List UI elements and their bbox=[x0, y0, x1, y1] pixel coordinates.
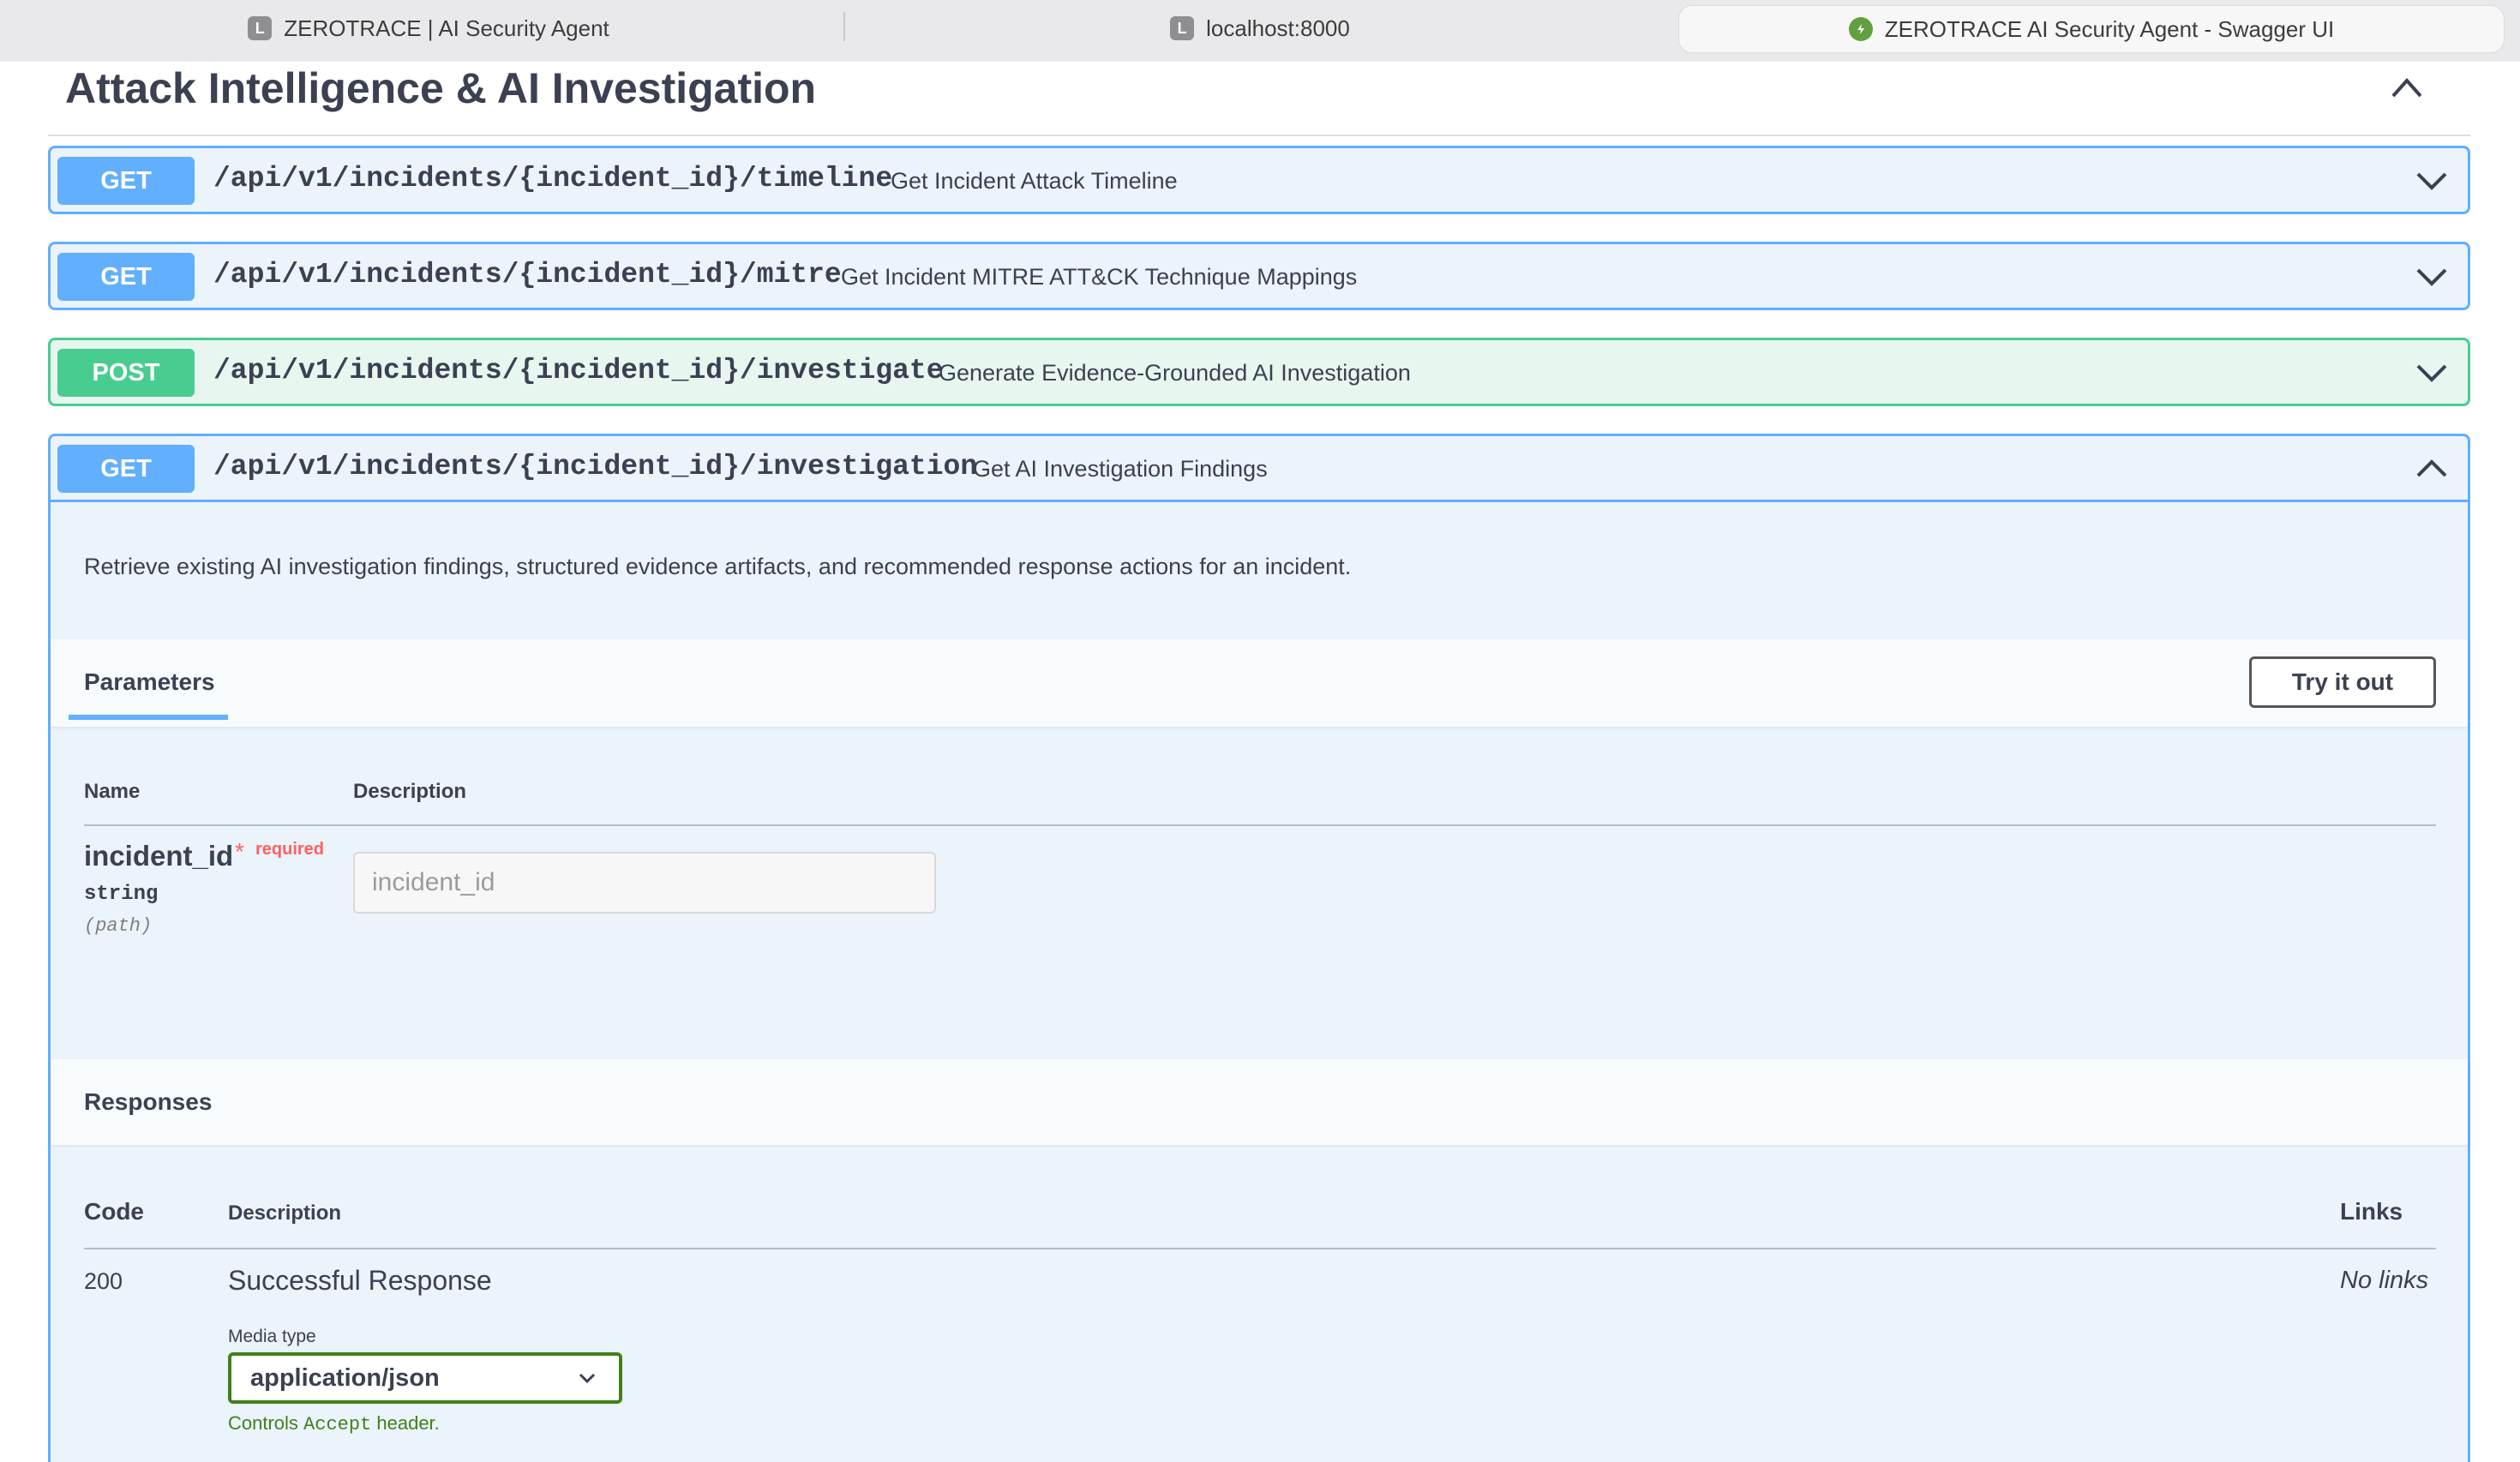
operation-post-investigate[interactable]: POST /api/v1/incidents/{incident_id}/inv… bbox=[48, 338, 2470, 406]
parameters-header bbox=[51, 639, 2468, 727]
operation-path: /api/v1/incidents/{incident_id}/mitre bbox=[213, 259, 842, 291]
operation-get-mitre[interactable]: GET /api/v1/incidents/{incident_id}/mitr… bbox=[48, 242, 2470, 310]
operation-get-investigation[interactable]: GET /api/v1/incidents/{incident_id}/inve… bbox=[48, 434, 2470, 502]
response-code: 200 bbox=[84, 1268, 123, 1294]
controls-accept-note: Controls Accept header. bbox=[228, 1412, 440, 1435]
parameter-location: (path) bbox=[84, 915, 153, 937]
divider bbox=[84, 1248, 2436, 1249]
parameter-type: string bbox=[84, 883, 159, 906]
section-title[interactable]: Attack Intelligence & AI Investigation bbox=[65, 63, 816, 113]
incident-id-input[interactable] bbox=[353, 852, 936, 914]
chevron-up-icon[interactable] bbox=[2388, 70, 2426, 105]
response-links: No links bbox=[2340, 1267, 2429, 1294]
controls-prefix: Controls bbox=[228, 1412, 304, 1434]
tab-separator bbox=[843, 12, 845, 41]
media-type-label: Media type bbox=[228, 1327, 316, 1346]
tab-favicon-icon: L bbox=[1170, 16, 1195, 40]
operation-summary: Generate Evidence-Grounded AI Investigat… bbox=[939, 360, 1411, 386]
required-star: * bbox=[235, 838, 244, 865]
tab-label: ZEROTRACE AI Security Agent - Swagger UI bbox=[1884, 15, 2335, 42]
method-badge: GET bbox=[57, 445, 195, 493]
divider bbox=[84, 824, 2436, 826]
tab-parameters[interactable]: Parameters bbox=[84, 668, 215, 696]
operation-summary: Get Incident MITRE ATT&CK Technique Mapp… bbox=[841, 264, 1358, 290]
parameter-name: incident_id bbox=[84, 840, 234, 872]
media-type-value: application/json bbox=[250, 1363, 440, 1392]
controls-suffix: header. bbox=[371, 1412, 440, 1434]
operation-path: /api/v1/incidents/{incident_id}/investig… bbox=[213, 451, 978, 482]
tab-active-indicator bbox=[69, 715, 228, 720]
column-header-description: Description bbox=[353, 780, 467, 803]
divider bbox=[48, 135, 2470, 136]
tab-label: ZEROTRACE | AI Security Agent bbox=[284, 15, 609, 41]
media-type-select[interactable]: application/json bbox=[228, 1352, 622, 1404]
column-header-name: Name bbox=[84, 780, 141, 803]
browser-tab-swagger[interactable]: ZEROTRACE AI Security Agent - Swagger UI bbox=[1678, 5, 2505, 53]
tab-label: localhost:8000 bbox=[1206, 15, 1350, 41]
chevron-up-icon[interactable] bbox=[2415, 453, 2449, 482]
divider bbox=[0, 60, 2520, 62]
method-badge: POST bbox=[57, 349, 195, 397]
responses-header bbox=[51, 1059, 2468, 1145]
controls-code: Accept bbox=[303, 1414, 372, 1435]
method-badge: GET bbox=[57, 157, 195, 205]
operation-get-timeline[interactable]: GET /api/v1/incidents/{incident_id}/time… bbox=[48, 146, 2470, 214]
required-label: required bbox=[255, 840, 325, 859]
operation-path: /api/v1/incidents/{incident_id}/timeline bbox=[213, 163, 893, 195]
swagger-icon bbox=[1848, 17, 1873, 41]
browser-tab-bar: L ZEROTRACE | AI Security Agent L localh… bbox=[0, 0, 2520, 60]
chevron-down-icon bbox=[579, 1373, 596, 1384]
method-badge: GET bbox=[57, 253, 195, 301]
column-header-description: Description bbox=[228, 1201, 342, 1225]
responses-title: Responses bbox=[84, 1088, 213, 1115]
browser-tab-localhost[interactable]: L localhost:8000 bbox=[849, 5, 1671, 51]
operation-summary: Get AI Investigation Findings bbox=[973, 456, 1268, 482]
column-header-code: Code bbox=[84, 1198, 144, 1225]
column-header-links: Links bbox=[2340, 1198, 2403, 1225]
browser-tab-zerotrace[interactable]: L ZEROTRACE | AI Security Agent bbox=[17, 5, 840, 51]
tab-favicon-icon: L bbox=[248, 16, 273, 40]
operation-path: /api/v1/incidents/{incident_id}/investig… bbox=[213, 355, 944, 386]
operation-description: Retrieve existing AI investigation findi… bbox=[84, 554, 1352, 579]
response-description: Successful Response bbox=[228, 1265, 492, 1296]
chevron-down-icon[interactable] bbox=[2415, 165, 2449, 195]
chevron-down-icon[interactable] bbox=[2415, 357, 2449, 386]
chevron-down-icon[interactable] bbox=[2415, 261, 2449, 291]
try-it-out-button[interactable]: Try it out bbox=[2249, 656, 2436, 708]
operation-summary: Get Incident Attack Timeline bbox=[891, 168, 1178, 194]
